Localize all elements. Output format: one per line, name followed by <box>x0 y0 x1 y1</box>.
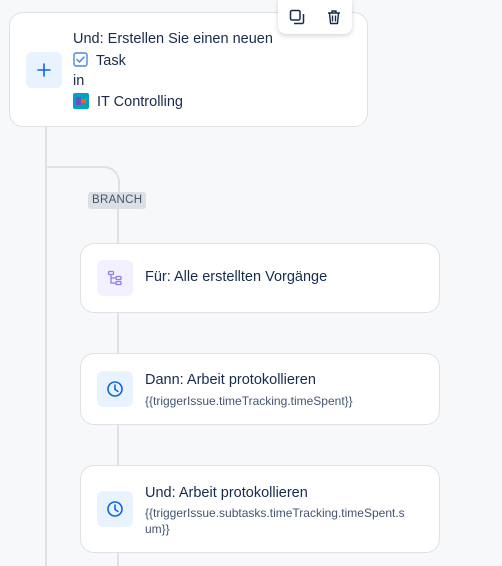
clock-icon <box>107 381 123 397</box>
log-work-card-1[interactable]: Dann: Arbeit protokollieren {{triggerIss… <box>80 353 440 425</box>
branch-icon-box <box>97 260 133 296</box>
log-work-2-detail: {{triggerIssue.subtasks.timeTracking.tim… <box>145 506 405 536</box>
issue-type-label: Task <box>96 53 126 69</box>
clock-icon <box>107 501 123 517</box>
duplicate-button[interactable] <box>284 4 310 30</box>
branch-connector-horizontal <box>47 166 104 168</box>
branch-rule-title: Für: Alle erstellten Vorgänge <box>145 269 328 285</box>
create-step-icon-box <box>26 52 62 88</box>
issue-type-row: Task <box>73 52 126 69</box>
delete-button[interactable] <box>321 4 347 30</box>
main-flow-line <box>45 126 47 566</box>
log-work-card-2[interactable]: Und: Arbeit protokollieren {{triggerIssu… <box>80 465 440 553</box>
log-work-2-title: Und: Arbeit protokollieren <box>145 485 308 501</box>
plus-icon <box>37 63 51 77</box>
create-step-title: Und: Erstellen Sie einen neuen <box>73 31 273 47</box>
project-name: IT Controlling <box>97 94 183 110</box>
branch-icon <box>107 270 122 286</box>
duplicate-icon <box>289 9 304 25</box>
log-work-2-icon-box <box>97 491 133 527</box>
branch-rule-card[interactable]: Für: Alle erstellten Vorgänge <box>80 243 440 313</box>
project-avatar-icon <box>73 93 89 109</box>
branch-label: BRANCH <box>88 192 147 209</box>
trash-icon <box>327 10 340 25</box>
log-work-1-detail: {{triggerIssue.timeTracking.timeSpent}} <box>145 394 353 408</box>
project-row: IT Controlling <box>73 93 183 110</box>
in-label: in <box>73 73 85 89</box>
log-work-1-icon-box <box>97 371 133 407</box>
step-action-toolbar <box>278 0 352 34</box>
log-work-1-title: Dann: Arbeit protokollieren <box>145 372 316 388</box>
task-checkbox-icon <box>73 52 88 67</box>
